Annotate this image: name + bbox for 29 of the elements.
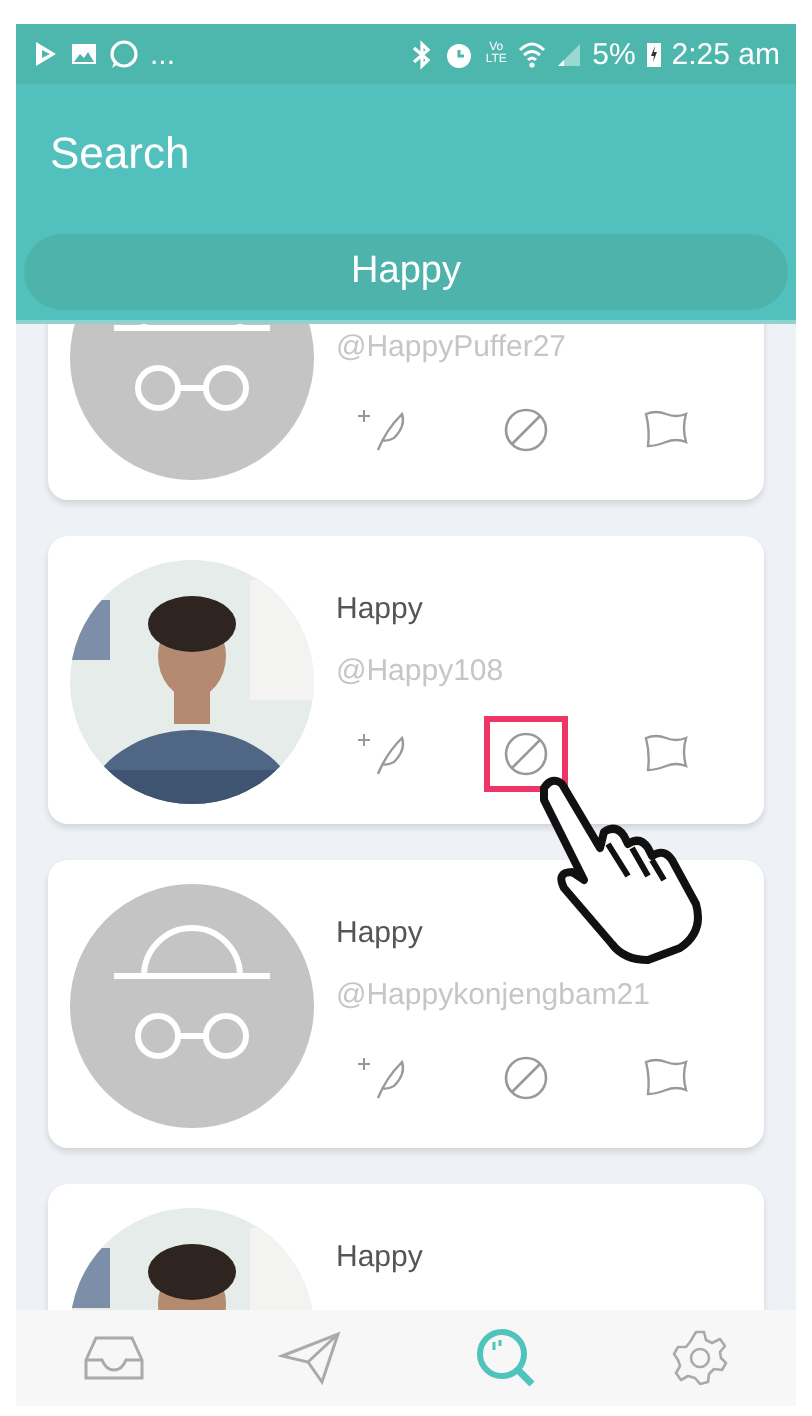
quill-icon	[358, 1054, 410, 1102]
overflow-indicator: ...	[150, 37, 176, 71]
user-name: Happy	[336, 916, 425, 950]
inbox-icon	[82, 1332, 146, 1384]
image-icon	[70, 40, 98, 68]
quill-icon	[358, 406, 410, 454]
wifi-icon	[518, 39, 547, 69]
block-icon	[502, 1054, 550, 1102]
block-icon	[502, 730, 550, 778]
user-name: Happy	[336, 592, 425, 626]
battery-icon	[645, 40, 662, 68]
battery-percent: 5%	[592, 37, 636, 71]
chat-icon	[108, 38, 140, 70]
alarm-icon	[444, 39, 475, 69]
send-icon	[278, 1330, 342, 1386]
search-icon	[474, 1326, 538, 1390]
quill-icon	[358, 730, 410, 778]
search-field[interactable]: Happy	[24, 234, 788, 310]
bluetooth-icon	[410, 39, 435, 69]
block-icon	[502, 406, 550, 454]
header-title: Search	[50, 128, 190, 180]
user-handle: @Happykonjengbam21	[336, 978, 652, 1012]
signal-icon	[556, 41, 583, 67]
user-name: Happy	[336, 1240, 425, 1274]
user-handle: @HappyPuffer27	[336, 330, 569, 364]
incognito-avatar-icon	[70, 884, 314, 1128]
clock-time: 2:25 am	[671, 37, 780, 71]
user-handle: @Happy108	[336, 654, 506, 688]
settings-icon	[670, 1328, 730, 1388]
